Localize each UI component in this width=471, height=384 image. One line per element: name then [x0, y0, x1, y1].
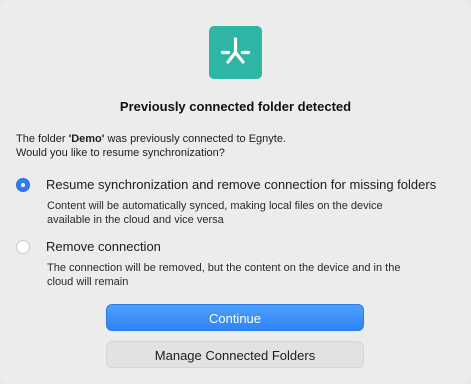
message-line-2: Would you like to resume synchronization…	[16, 147, 225, 159]
option-remove-connection-description: The connection will be removed, but the …	[47, 262, 401, 288]
dialog-title: Previously connected folder detected	[119, 99, 352, 114]
radio-resume-sync[interactable]	[16, 178, 30, 192]
option-remove-connection-label[interactable]: Remove connection	[46, 239, 161, 254]
resume-sync-dialog: Previously connected folder detected The…	[0, 0, 471, 384]
radio-remove-connection[interactable]	[16, 240, 30, 254]
dialog-message: The folder 'Demo' was previously connect…	[16, 132, 456, 160]
option-resume-sync-label[interactable]: Resume synchronization and remove connec…	[46, 177, 436, 192]
option-resume-sync-description: Content will be automatically synced, ma…	[47, 200, 383, 226]
message-line-1: The folder 'Demo' was previously connect…	[16, 132, 456, 146]
continue-button[interactable]: Continue	[106, 304, 364, 331]
message-prefix: The folder	[16, 133, 69, 145]
message-suffix: was previously connected to Egnyte.	[104, 133, 286, 145]
egnyte-logo-icon	[209, 26, 262, 79]
folder-name: 'Demo'	[68, 133, 105, 145]
manage-connected-folders-button[interactable]: Manage Connected Folders	[106, 341, 364, 368]
